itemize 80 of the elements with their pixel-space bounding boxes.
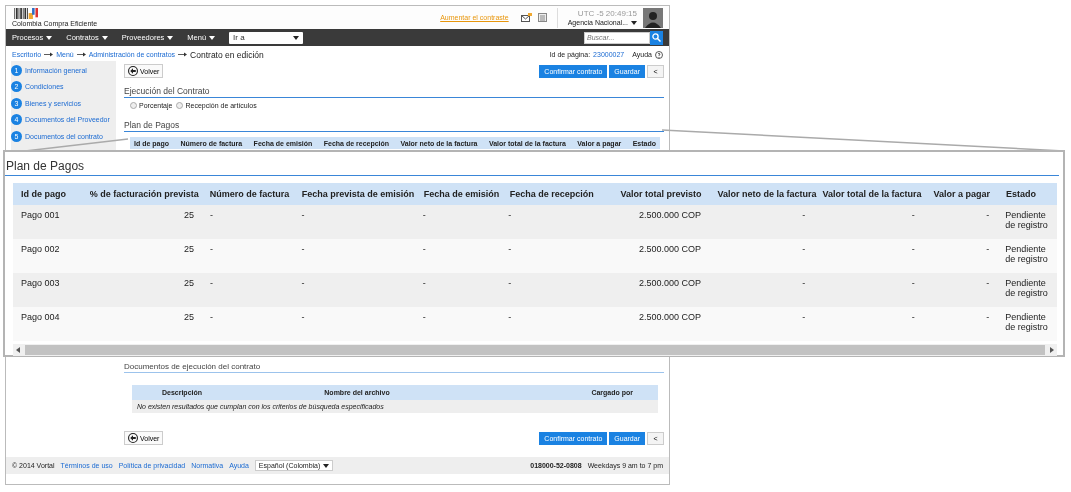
table-cell-text: 25 <box>182 244 195 256</box>
caret-icon <box>167 35 174 40</box>
table-cell-text: Pendiente de registro <box>1004 278 1049 300</box>
table-cell-text: Pendiente de registro <box>1004 210 1049 232</box>
caret-icon <box>209 35 216 40</box>
table-cell-text: 25 <box>182 278 195 290</box>
table-cell-text: - <box>300 210 306 222</box>
back-arrow-icon <box>128 66 138 76</box>
caret-icon <box>101 35 108 40</box>
table-cell-text: - <box>507 244 513 256</box>
table-cell-text: - <box>985 210 991 222</box>
table-cell-text: Pendiente de registro <box>1004 244 1049 266</box>
caret-icon <box>323 463 330 468</box>
table-cell-text: - <box>421 312 427 324</box>
table-cell-text: - <box>300 244 306 256</box>
arrow-icon <box>76 52 86 57</box>
table-cell-text: - <box>421 210 427 222</box>
help-icon[interactable] <box>655 50 663 59</box>
column-header: Fecha de emisión <box>422 189 501 199</box>
table-cell-text: - <box>300 278 306 290</box>
section-heading: Ejecución del Contrato <box>124 86 664 98</box>
table-cell-text: Pago 002 <box>20 244 61 256</box>
search-icon <box>652 33 661 42</box>
table-cell-text: 2.500.000 COP <box>637 210 702 222</box>
clock-time: UTC -5 20:49:15 <box>577 9 637 18</box>
section-heading: Documentos de ejecución del contrato <box>124 362 664 373</box>
table-cell-text: - <box>507 312 513 324</box>
back-arrow-icon <box>128 433 138 443</box>
table-cell-text: - <box>985 312 991 324</box>
table-cell-text: 25 <box>182 312 195 324</box>
table-cell-text: - <box>801 244 807 256</box>
column-header: Valor neto de la factura <box>716 189 815 199</box>
column-header: Fecha de recepción <box>508 189 595 199</box>
section-heading: Plan de Pagos <box>124 120 664 132</box>
table-cell-text: - <box>801 210 807 222</box>
table-cell-text: - <box>910 278 916 290</box>
table-cell-text: 2.500.000 COP <box>637 278 702 290</box>
table-cell-text: - <box>985 278 991 290</box>
column-header: Fecha prevista de emisión <box>300 189 416 199</box>
table-cell-text: - <box>507 210 513 222</box>
table-cell-text: Pendiente de registro <box>1004 312 1049 334</box>
table-cell-text: - <box>421 278 427 290</box>
arrow-icon <box>178 52 188 57</box>
avatar-icon[interactable] <box>643 7 663 28</box>
column-header: Número de factura <box>208 189 291 199</box>
section-heading: Plan de Pagos <box>5 152 1059 176</box>
arrow-icon <box>44 52 54 57</box>
mail-icon[interactable] <box>520 13 532 22</box>
table-cell-text: - <box>300 312 306 324</box>
column-header: Estado <box>1005 189 1038 199</box>
caret-icon <box>631 20 637 25</box>
table-cell-text: - <box>910 244 916 256</box>
table-cell-text: - <box>208 210 214 222</box>
table-cell-text: 2.500.000 COP <box>637 244 702 256</box>
table-cell-text: - <box>208 312 214 324</box>
column-header: Id de pago <box>20 189 67 199</box>
goto-select[interactable]: Ir a <box>229 31 304 44</box>
table-cell-text: - <box>208 278 214 290</box>
table-cell-text: - <box>985 244 991 256</box>
table-cell-text: - <box>801 278 807 290</box>
caret-icon <box>46 35 53 40</box>
table-cell-text: - <box>910 210 916 222</box>
column-header: % de facturación prevista <box>88 189 200 199</box>
table-cell-text: - <box>507 278 513 290</box>
page-title: Contrato en edición <box>190 49 264 60</box>
table-cell-text: Pago 003 <box>20 278 61 290</box>
table-cell-text: Pago 001 <box>20 210 61 222</box>
table-cell-text: - <box>910 312 916 324</box>
table-cell-text: - <box>208 244 214 256</box>
document-icon[interactable] <box>537 13 547 22</box>
horizontal-scrollbar[interactable] <box>13 344 1057 356</box>
table-cell-text: - <box>421 244 427 256</box>
table-cell-text: 2.500.000 COP <box>637 312 702 324</box>
table-cell-text: Pago 004 <box>20 312 61 324</box>
column-header: Valor total previsto <box>619 189 703 199</box>
column-header: Valor a pagar <box>932 189 992 199</box>
table-cell-text: - <box>801 312 807 324</box>
caret-icon <box>293 35 300 40</box>
table-cell-text: 25 <box>182 210 195 222</box>
search-button[interactable] <box>650 30 663 45</box>
